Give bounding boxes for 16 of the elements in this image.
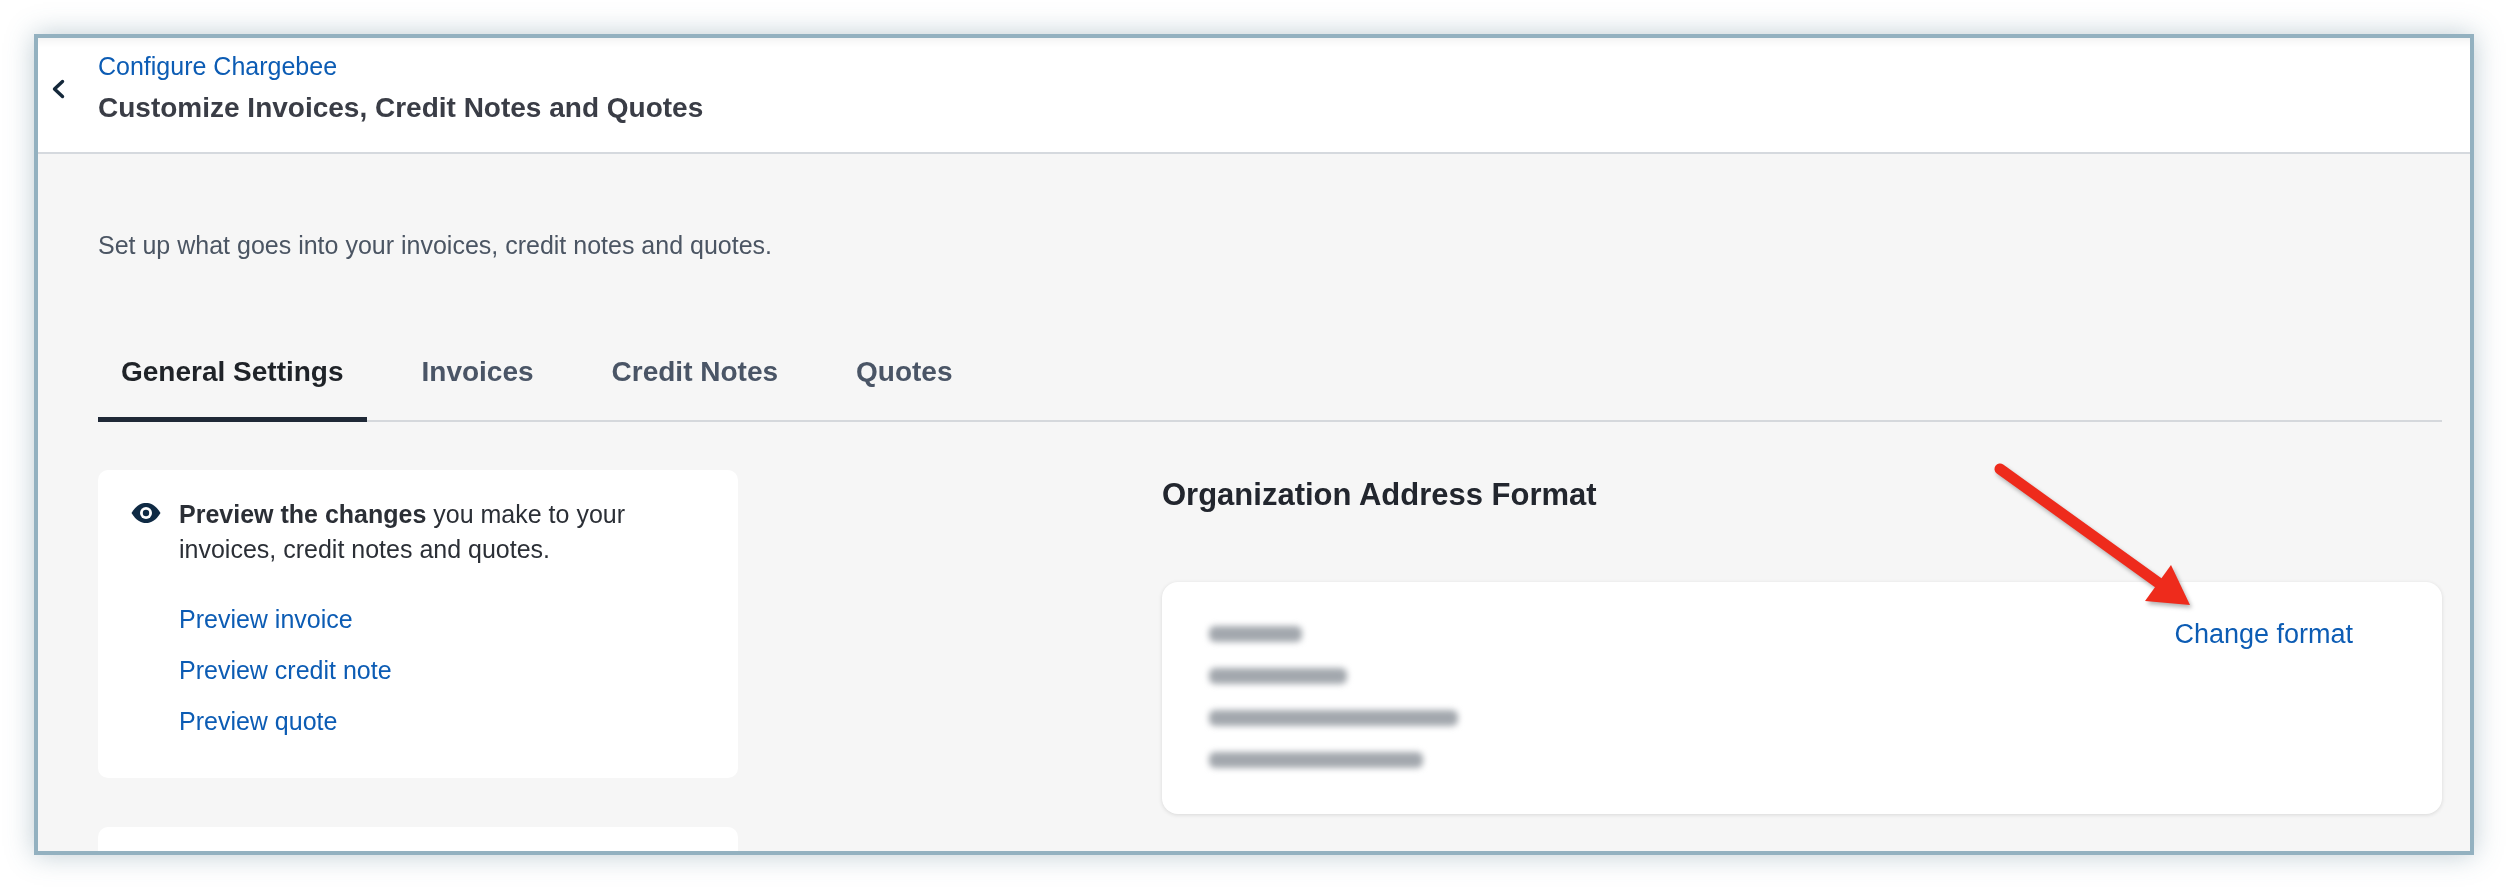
back-button[interactable] bbox=[51, 79, 65, 99]
preview-description: Preview the changes you make to your invoices, credit notes and quotes. bbox=[179, 499, 627, 565]
page-title: Customize Invoices, Credit Notes and Quotes bbox=[98, 91, 704, 125]
tab[interactable]: Quotes bbox=[833, 345, 976, 422]
change-format-link[interactable]: Change format bbox=[2174, 613, 2353, 655]
page-description: Set up what goes into your invoices, credit notes and quotes. bbox=[98, 230, 773, 260]
preview-link[interactable]: Preview invoice bbox=[179, 604, 353, 634]
tab[interactable]: Credit Notes bbox=[588, 345, 802, 422]
eye-icon bbox=[131, 503, 161, 523]
preview-link[interactable]: Preview credit note bbox=[179, 655, 392, 685]
section-heading: Organization Address Format bbox=[1162, 476, 1597, 514]
chevron-left-icon bbox=[51, 79, 65, 99]
preview-link[interactable]: Preview quote bbox=[179, 706, 338, 736]
tab[interactable]: Invoices bbox=[398, 345, 557, 422]
tab[interactable]: General Settings bbox=[98, 345, 367, 422]
breadcrumb-link[interactable]: Configure Chargebee bbox=[98, 51, 338, 81]
